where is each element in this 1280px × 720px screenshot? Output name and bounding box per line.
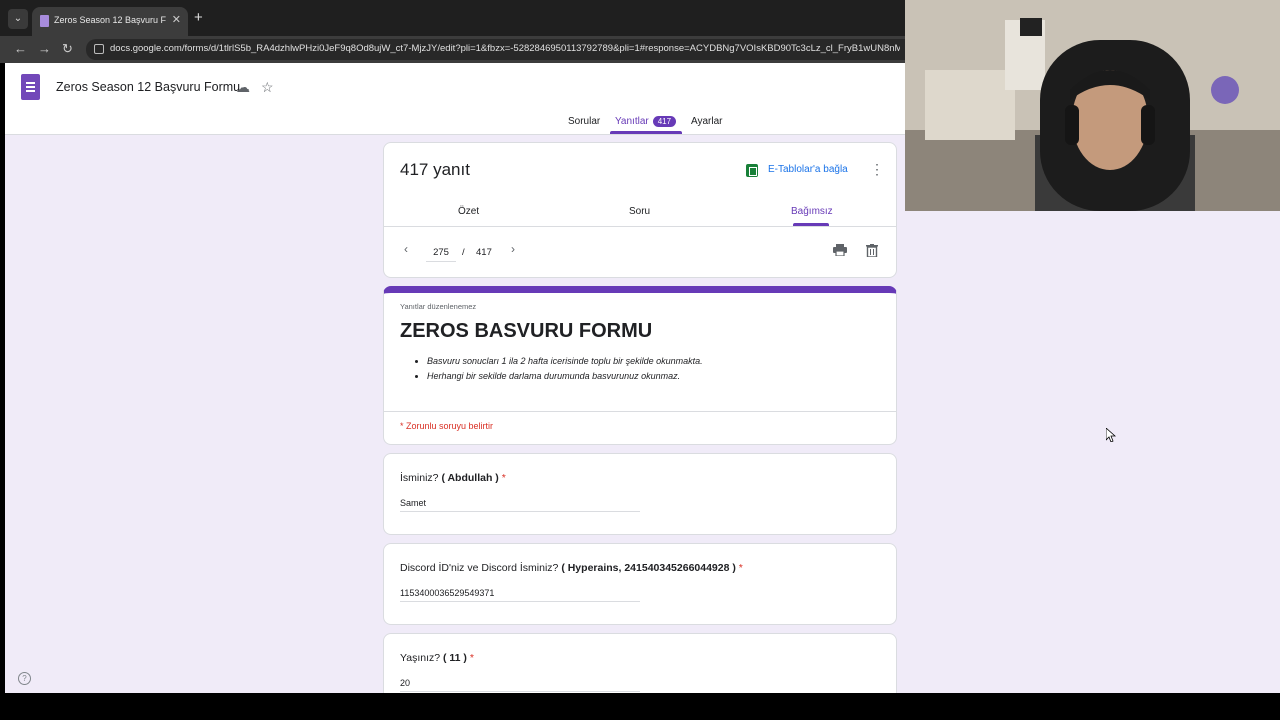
divider <box>384 411 896 412</box>
required-asterisk: * <box>501 472 506 484</box>
question-label: Discord İD'niz ve Discord İsminiz? ( Hyp… <box>400 562 743 574</box>
browser-tab[interactable]: Zeros Season 12 Başvuru Formu ✕ <box>32 7 188 36</box>
question-text: İsminiz? <box>400 472 439 484</box>
subtab-individual[interactable]: Bağımsız <box>791 206 833 217</box>
forms-page: Zeros Season 12 Başvuru Formu ☁ ☆ Sorula… <box>5 63 905 693</box>
subtab-question[interactable]: Soru <box>629 206 650 217</box>
question-card-age: Yaşınız? ( 11 ) * 20 <box>383 633 897 693</box>
forward-icon[interactable]: → <box>38 40 51 58</box>
google-forms-logo-icon[interactable] <box>21 74 40 100</box>
question-card-discord: Discord İD'niz ve Discord İsminiz? ( Hyp… <box>383 543 897 625</box>
pager-separator: / <box>462 247 465 258</box>
tab-responses-label: Yanıtlar <box>615 116 649 127</box>
webcam-headset <box>1141 105 1155 145</box>
address-bar[interactable]: docs.google.com/forms/d/1tlrlS5b_RA4dzhl… <box>86 39 905 60</box>
mouse-cursor-icon <box>1106 428 1116 442</box>
link-to-sheets-button[interactable]: E-Tablolar'a bağla <box>768 164 848 175</box>
star-icon[interactable]: ☆ <box>261 79 274 96</box>
webcam-sofa <box>925 70 1015 140</box>
webcam-headset <box>1065 105 1079 145</box>
required-note: * Zorunlu soruyu belirtir <box>400 421 494 431</box>
readonly-note: Yanıtlar düzenlenemez <box>400 302 477 311</box>
help-icon[interactable]: ? <box>18 672 31 685</box>
tab-title: Zeros Season 12 Başvuru Formu <box>54 15 166 25</box>
forms-favicon-icon <box>40 15 49 27</box>
tab-settings[interactable]: Ayarlar <box>691 116 723 127</box>
form-header-card: Yanıtlar düzenlenemez ZEROS BASVURU FORM… <box>383 286 897 445</box>
browser-tab-bar: ⌄ Zeros Season 12 Başvuru Formu ✕ + <box>0 0 905 36</box>
question-text: Discord İD'niz ve Discord İsminiz? <box>400 562 559 574</box>
required-asterisk: * <box>738 562 743 574</box>
previous-response-icon[interactable]: ‹ <box>404 242 408 256</box>
app-header: Zeros Season 12 Başvuru Formu ☁ ☆ Sorula… <box>5 63 905 135</box>
description-item: Herhangi bir sekilde darlama durumunda b… <box>427 371 703 381</box>
response-number-input[interactable] <box>426 244 456 262</box>
url-text: docs.google.com/forms/d/1tlrlS5b_RA4dzhl… <box>110 43 900 54</box>
reload-icon[interactable]: ↻ <box>62 40 73 58</box>
screen: ⌄ Zeros Season 12 Başvuru Formu ✕ + ← → … <box>0 0 1280 720</box>
webcam-overlay <box>905 0 1280 211</box>
question-example: ( Abdullah ) <box>441 472 499 484</box>
answer-field: Samet <box>400 498 640 512</box>
form-heading: ZEROS BASVURU FORMU <box>400 320 653 342</box>
question-example: ( Hyperains, 241540345266044928 ) <box>561 562 736 574</box>
required-asterisk: * <box>469 652 474 664</box>
active-tab-indicator <box>610 131 682 134</box>
next-response-icon[interactable]: › <box>511 242 515 256</box>
main-tabs: Sorular Yanıtlar 417 Ayarlar <box>5 108 905 134</box>
answer-field: 20 <box>400 678 640 692</box>
delete-icon[interactable] <box>866 244 878 257</box>
tab-list-button[interactable]: ⌄ <box>8 9 28 29</box>
question-label: Yaşınız? ( 11 ) * <box>400 652 474 664</box>
sheets-icon[interactable] <box>746 164 758 177</box>
responses-card: 417 yanıt E-Tablolar'a bağla ⋮ Özet Soru… <box>383 142 897 278</box>
print-icon[interactable] <box>833 244 847 256</box>
question-label: İsminiz? ( Abdullah ) * <box>400 472 506 484</box>
form-description: Basvuru sonucları 1 ila 2 hafta icerisin… <box>427 356 703 386</box>
question-card-name: İsminiz? ( Abdullah ) * Samet <box>383 453 897 535</box>
responses-count-badge: 417 <box>652 116 677 127</box>
tab-questions[interactable]: Sorular <box>568 116 600 127</box>
tab-responses[interactable]: Yanıtlar 417 <box>615 116 677 127</box>
webcam-monitor <box>1020 18 1042 36</box>
page-background-extension <box>905 211 1280 693</box>
description-item: Basvuru sonucları 1 ila 2 hafta icerisin… <box>427 356 703 366</box>
site-info-icon[interactable] <box>94 44 104 54</box>
browser-toolbar: ← → ↻ docs.google.com/forms/d/1tlrlS5b_R… <box>0 36 905 63</box>
close-tab-icon[interactable]: ✕ <box>172 13 181 26</box>
back-icon[interactable]: ← <box>14 40 27 58</box>
new-tab-icon[interactable]: + <box>194 10 203 26</box>
form-title[interactable]: Zeros Season 12 Başvuru Formu <box>56 80 240 94</box>
response-count-title: 417 yanıt <box>400 160 470 179</box>
more-options-icon[interactable]: ⋮ <box>870 161 884 178</box>
pager-total: 417 <box>476 247 492 258</box>
answer-field: 1153400036529549371 <box>400 588 640 602</box>
subtab-summary[interactable]: Özet <box>458 206 479 217</box>
question-text: Yaşınız? <box>400 652 441 664</box>
webcam-plush-toy <box>1211 76 1239 104</box>
divider <box>384 226 896 227</box>
cloud-save-icon[interactable]: ☁ <box>236 79 250 96</box>
question-example: ( 11 ) <box>443 652 467 664</box>
